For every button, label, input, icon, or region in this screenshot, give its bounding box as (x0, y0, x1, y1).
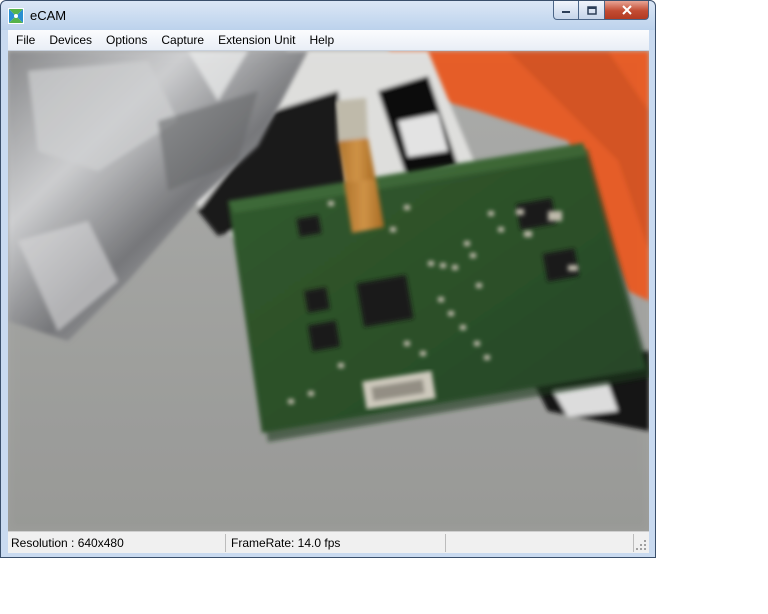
maximize-icon (586, 5, 597, 15)
status-resolution: Resolution : 640x480 (8, 534, 226, 552)
maximize-button[interactable] (579, 1, 605, 20)
status-bar: Resolution : 640x480 FrameRate: 14.0 fps (8, 531, 649, 553)
menu-bar: File Devices Options Capture Extension U… (8, 30, 649, 51)
menu-devices[interactable]: Devices (42, 30, 99, 50)
title-bar[interactable]: eCAM (1, 1, 655, 30)
menu-options[interactable]: Options (99, 30, 154, 50)
ecam-app-icon (8, 8, 24, 24)
status-empty-pane (448, 534, 634, 552)
menu-file[interactable]: File (8, 30, 42, 50)
close-icon (621, 5, 632, 15)
window-title: eCAM (30, 8, 67, 23)
minimize-button[interactable] (553, 1, 579, 20)
ecam-window: eCAM File Devices Options Capture Extens… (0, 0, 656, 558)
status-framerate: FrameRate: 14.0 fps (228, 534, 446, 552)
camera-frame-image (8, 51, 649, 531)
resize-grip-icon[interactable] (635, 539, 647, 551)
camera-preview (8, 51, 649, 531)
minimize-icon (562, 11, 570, 13)
menu-help[interactable]: Help (302, 30, 341, 50)
menu-capture[interactable]: Capture (154, 30, 211, 50)
close-button[interactable] (605, 1, 649, 20)
menu-extension-unit[interactable]: Extension Unit (211, 30, 302, 50)
